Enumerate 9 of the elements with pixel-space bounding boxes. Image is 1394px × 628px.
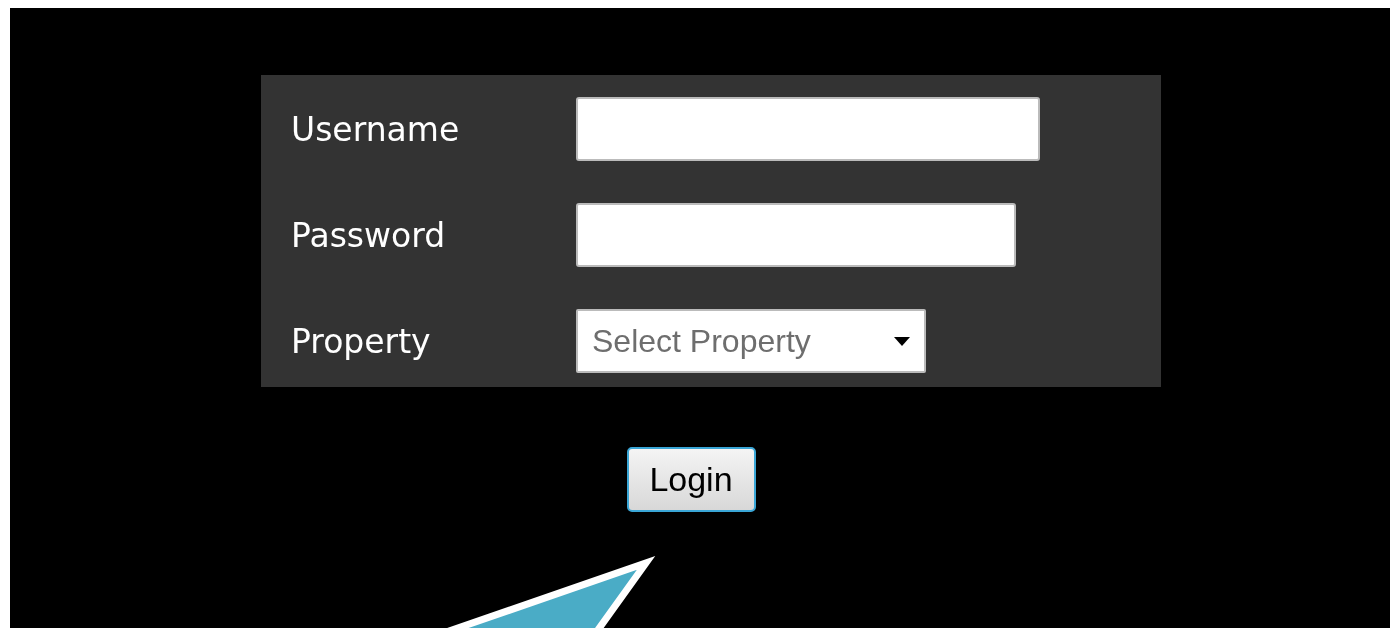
property-dropdown[interactable]: Select Property (576, 309, 926, 373)
field-label: Property (291, 321, 432, 361)
dropdown-value: Select Property (592, 322, 811, 360)
field-label: Username (291, 109, 461, 149)
password-field[interactable] (576, 203, 1016, 267)
login-button[interactable]: Login (626, 447, 756, 512)
caret-icon (894, 336, 910, 346)
username-field[interactable] (576, 97, 1040, 161)
field-label: Password (291, 215, 447, 255)
